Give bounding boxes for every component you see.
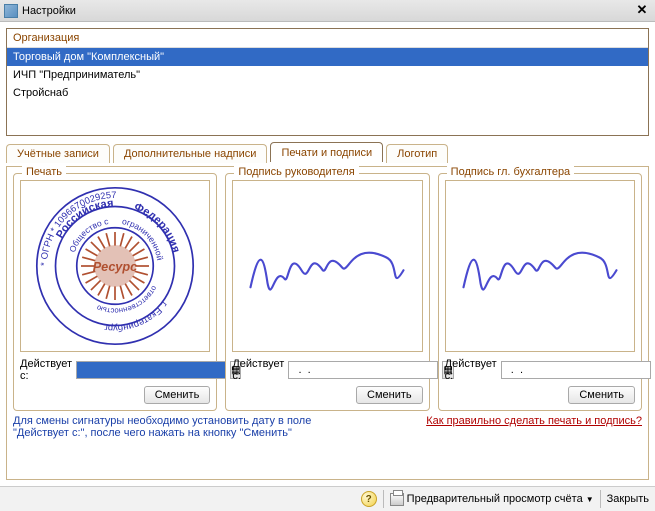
window-title: Настройки [22, 5, 633, 17]
tab-stamps-signatures[interactable]: Печати и подписи [270, 142, 383, 162]
preview-invoice-button[interactable]: Предварительный просмотр счёта ▼ [390, 493, 594, 506]
tab-logo[interactable]: Логотип [386, 144, 448, 163]
date-label: Действует с: [232, 358, 284, 382]
signature-icon [455, 221, 625, 311]
hint-text: Для смены сигнатуры необходимо установит… [13, 415, 333, 439]
titlebar: Настройки ✕ [0, 0, 655, 22]
group-accountant-signature: Подпись гл. бухгалтера Действует с: ▦ См… [438, 173, 642, 411]
app-icon [4, 4, 18, 18]
help-icon[interactable]: ? [361, 491, 377, 507]
stamp-icon: * ОГРН * 1096670029257 Российская Федера… [30, 181, 200, 351]
tab-bar: Учётные записи Дополнительные надписи Пе… [6, 142, 649, 162]
close-button[interactable]: Закрыть [607, 493, 649, 505]
date-row: Действует с: ▦ [20, 356, 210, 382]
group-legend: Подпись гл. бухгалтера [447, 166, 575, 178]
button-row: Сменить [20, 386, 210, 404]
date-input[interactable] [76, 361, 226, 379]
preview-label: Предварительный просмотр счёта [407, 493, 583, 505]
change-button[interactable]: Сменить [568, 386, 635, 404]
separator [600, 490, 601, 508]
hint-row: Для смены сигнатуры необходимо установит… [13, 411, 642, 441]
group-director-signature: Подпись руководителя Действует с: ▦ Смен… [225, 173, 429, 411]
content-area: Организация Торговый дом "Комплексный" И… [0, 22, 655, 486]
tab-panel: Печать [6, 166, 649, 480]
settings-window: Настройки ✕ Организация Торговый дом "Ко… [0, 0, 655, 511]
group-legend: Печать [22, 166, 66, 178]
signature-preview[interactable] [232, 180, 422, 352]
separator [383, 490, 384, 508]
date-label: Действует с: [20, 358, 72, 382]
bottom-toolbar: ? Предварительный просмотр счёта ▼ Закры… [0, 486, 655, 511]
chevron-down-icon: ▼ [586, 495, 594, 504]
tab-extra-captions[interactable]: Дополнительные надписи [113, 144, 268, 163]
stamp-preview[interactable]: * ОГРН * 1096670029257 Российская Федера… [20, 180, 210, 352]
organization-list: Организация Торговый дом "Комплексный" И… [6, 28, 649, 136]
group-legend: Подпись руководителя [234, 166, 358, 178]
button-row: Сменить [232, 386, 422, 404]
date-label: Действует с: [445, 358, 497, 382]
date-row: Действует с: ▦ [232, 356, 422, 382]
signature-preview[interactable] [445, 180, 635, 352]
signature-icon [242, 221, 412, 311]
organization-row[interactable]: ИЧП "Предприниматель" [7, 66, 648, 84]
svg-text:ответственностью: ответственностью [95, 284, 159, 315]
date-row: Действует с: ▦ [445, 356, 635, 382]
organization-header: Организация [7, 29, 648, 48]
organization-row[interactable]: Стройснаб [7, 84, 648, 102]
date-input[interactable] [501, 361, 651, 379]
button-row: Сменить [445, 386, 635, 404]
printer-icon [390, 493, 404, 506]
tab-accounts[interactable]: Учётные записи [6, 144, 110, 163]
svg-text:Ресурс: Ресурс [93, 259, 137, 274]
change-button[interactable]: Сменить [356, 386, 423, 404]
organization-row[interactable]: Торговый дом "Комплексный" [7, 48, 648, 66]
help-link[interactable]: Как правильно сделать печать и подпись? [426, 415, 642, 427]
date-input[interactable] [288, 361, 438, 379]
signature-groups-row: Печать [13, 173, 642, 411]
close-icon[interactable]: ✕ [633, 3, 651, 19]
group-stamp: Печать [13, 173, 217, 411]
change-button[interactable]: Сменить [144, 386, 211, 404]
